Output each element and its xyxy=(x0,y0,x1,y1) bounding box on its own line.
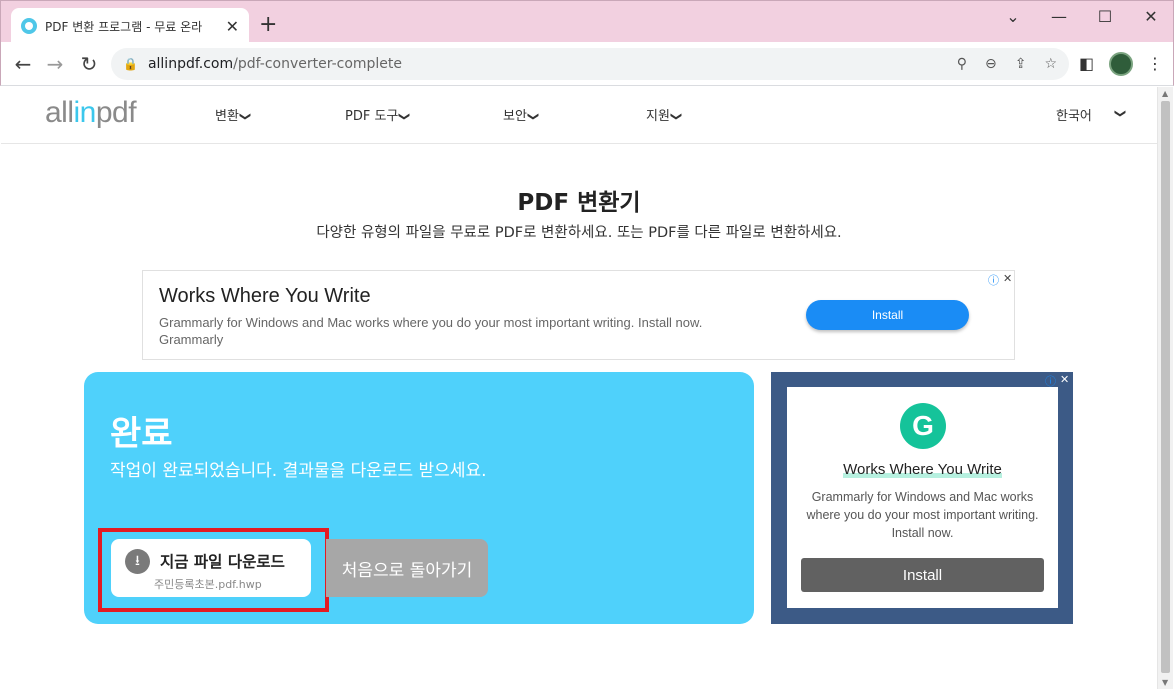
tab-title: PDF 변환 프로그램 - 무료 온라 xyxy=(45,19,203,34)
ad-close-icon[interactable]: ✕ xyxy=(1003,272,1012,285)
banner-ad[interactable]: Works Where You Write Grammarly for Wind… xyxy=(142,270,1015,360)
tab-close-icon[interactable]: ✕ xyxy=(226,17,239,36)
done-title: 완료 xyxy=(110,414,173,454)
page-scrollbar[interactable]: ▲ ▼ xyxy=(1157,87,1173,689)
side-ad-headline[interactable]: Works Where You Write xyxy=(787,461,1058,478)
file-name: 주민등록초본.pdf.hwp xyxy=(154,578,262,591)
page-subtitle: 다양한 유형의 파일을 무료로 PDF로 변환하세요. 또는 PDF를 다른 파… xyxy=(316,225,842,241)
scroll-down-icon[interactable]: ▼ xyxy=(1162,678,1168,687)
browser-toolbar: ← → ↻ 🔒 allinpdf.com/pdf-converter-compl… xyxy=(0,42,1174,86)
maximize-button[interactable]: ☐ xyxy=(1095,7,1115,26)
menu-kebab-icon[interactable]: ⋮ xyxy=(1147,54,1163,73)
chevron-down-icon: ❯ xyxy=(398,111,412,122)
tab-search-chevron-icon[interactable]: ⌄ xyxy=(1003,7,1023,26)
browser-tab[interactable]: PDF 변환 프로그램 - 무료 온라 ✕ xyxy=(11,8,249,44)
allinpdf-favicon-icon xyxy=(21,18,37,34)
profile-avatar[interactable] xyxy=(1109,52,1133,76)
language-selector[interactable]: 한국어 ❯ xyxy=(1056,105,1127,124)
chevron-down-icon: ❯ xyxy=(670,111,684,122)
share-icon[interactable]: ⇪ xyxy=(1015,56,1027,72)
page-title: PDF 변환기 xyxy=(517,190,641,216)
side-ad-install-button[interactable]: Install xyxy=(801,558,1044,592)
chevron-down-icon: ❯ xyxy=(527,111,541,122)
nav-pdf-tools[interactable]: PDF 도구❯ xyxy=(345,105,412,124)
web-page: allinpdf 변환❯ PDF 도구❯ 보안❯ 지원❯ 한국어 ❯ PDF 변환… xyxy=(1,87,1157,689)
side-ad[interactable]: ⓘ ✕ G Works Where You Write Grammarly fo… xyxy=(771,372,1073,624)
scroll-up-icon[interactable]: ▲ xyxy=(1162,89,1168,98)
adchoices-info-icon[interactable]: ⓘ xyxy=(988,272,999,288)
nav-convert[interactable]: 변환❯ xyxy=(215,105,253,124)
forward-arrow-icon[interactable]: → xyxy=(43,52,67,76)
download-icon: ⭳ xyxy=(125,549,150,574)
side-panel-icon[interactable]: ◧ xyxy=(1079,54,1094,73)
address-bar[interactable]: 🔒 allinpdf.com/pdf-converter-complete ⚲ … xyxy=(111,48,1069,80)
browser-titlebar: PDF 변환 프로그램 - 무료 온라 ✕ + ⌄ — ☐ ✕ xyxy=(0,0,1174,44)
chevron-down-icon: ❯ xyxy=(1114,108,1128,119)
search-icon[interactable]: ⚲ xyxy=(957,56,967,72)
ad-close-icon[interactable]: ✕ xyxy=(1060,373,1069,386)
reload-icon[interactable]: ↻ xyxy=(77,52,101,76)
nav-security[interactable]: 보안❯ xyxy=(503,105,541,124)
result-card: 완료 작업이 완료되었습니다. 결과물을 다운로드 받으세요. 처음으로 돌아가… xyxy=(84,372,754,624)
back-to-start-button[interactable]: 처음으로 돌아가기 xyxy=(326,539,488,597)
scrollbar-thumb[interactable] xyxy=(1161,101,1170,673)
zoom-icon[interactable]: ⊖ xyxy=(985,56,997,72)
lock-icon[interactable]: 🔒 xyxy=(123,57,138,71)
side-ad-body: Grammarly for Windows and Mac works wher… xyxy=(806,490,1039,540)
site-header: allinpdf 변환❯ PDF 도구❯ 보안❯ 지원❯ 한국어 ❯ xyxy=(1,87,1157,144)
ad-install-button[interactable]: Install xyxy=(806,300,969,330)
done-subtitle: 작업이 완료되었습니다. 결과물을 다운로드 받으세요. xyxy=(110,461,487,481)
url-text[interactable]: allinpdf.com/pdf-converter-complete xyxy=(148,56,939,72)
allinpdf-logo[interactable]: allinpdf xyxy=(45,96,137,130)
grammarly-logo-icon: G xyxy=(900,403,946,449)
download-file-button[interactable]: ⭳ 지금 파일 다운로드 주민등록초본.pdf.hwp xyxy=(111,539,311,597)
new-tab-button[interactable]: + xyxy=(259,12,277,37)
chevron-down-icon: ❯ xyxy=(239,111,253,122)
close-window-button[interactable]: ✕ xyxy=(1141,7,1161,26)
bookmark-star-icon[interactable]: ☆ xyxy=(1044,56,1057,72)
minimize-button[interactable]: — xyxy=(1049,7,1069,26)
back-arrow-icon[interactable]: ← xyxy=(11,52,35,76)
ad-body: Grammarly for Windows and Mac works wher… xyxy=(159,314,779,348)
download-label: 지금 파일 다운로드 xyxy=(160,553,285,571)
ad-headline[interactable]: Works Where You Write xyxy=(159,285,371,308)
nav-support[interactable]: 지원❯ xyxy=(646,105,684,124)
ad-advertiser: Grammarly xyxy=(159,332,224,347)
side-ad-panel: G Works Where You Write Grammarly for Wi… xyxy=(787,387,1058,608)
